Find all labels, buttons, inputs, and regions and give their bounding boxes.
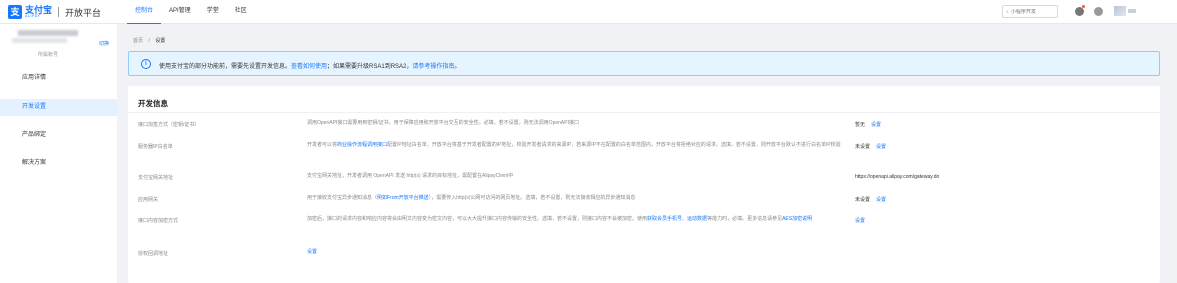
- row-status-gateway: https://openapi.alipay.com/gateway.do: [855, 174, 940, 180]
- row-desc-encryption: 加密后，接口的请求内容和响应内容将会由明文内容变为密文内容，可以大大提升接口内容…: [307, 216, 813, 222]
- account-name-redacted: [18, 30, 78, 36]
- section-divider: [128, 112, 1160, 113]
- row-desc-ip-whitelist: 开发者可以将商业操作流程调用接口配置IP地址白名单，开放平台将基于开发者配置的I…: [307, 142, 841, 148]
- alipay-logo[interactable]: 支 支付宝 ALIPAY 开放平台: [8, 5, 101, 19]
- sidebar-item-solutions[interactable]: 解决方案: [0, 155, 117, 172]
- avatar[interactable]: [1114, 6, 1126, 16]
- row-status-app-gateway: 未设置 设置: [855, 197, 887, 203]
- row-desc-auth-callback: 设置: [307, 248, 847, 256]
- row-status-sign-method: 暂无 设置: [855, 122, 882, 128]
- member-phone-link[interactable]: 获取会员手机号: [647, 216, 682, 222]
- set-sign-method-button[interactable]: 设置: [871, 122, 881, 128]
- how-to-use-link[interactable]: 查看如何使用: [291, 64, 327, 70]
- breadcrumb: 首页 / 设置: [133, 37, 165, 44]
- row-label-auth-callback: 授权回调地址: [138, 251, 169, 257]
- row-label-encryption: 接口内容加密方式: [138, 218, 179, 224]
- aes-doc-link[interactable]: AES加密说明: [782, 216, 812, 222]
- search-icon: ⌕: [1006, 8, 1009, 15]
- ip-whitelist-doc-link[interactable]: 商业操作流程调用接口: [337, 142, 387, 148]
- sport-data-link[interactable]: 运动数据: [687, 216, 707, 222]
- section-title: 开发信息: [138, 99, 168, 108]
- breadcrumb-separator: /: [148, 38, 150, 44]
- info-icon: i: [141, 59, 151, 69]
- sidebar: 切换 所属账号 应用详情 开发设置 产品绑定 解决方案: [0, 24, 117, 283]
- top-nav: 控制台 API管理 学堂 社区: [127, 0, 255, 24]
- row-desc-app-gateway: 用于接收支付宝异步通知消息（例如From开放平台推送），需要传入http(s)公…: [307, 195, 636, 201]
- app-gateway-example-link[interactable]: 例如From开放平台推送: [377, 195, 429, 201]
- row-label-app-gateway: 应用网关: [138, 197, 159, 203]
- breadcrumb-home[interactable]: 首页: [133, 38, 143, 44]
- sidebar-item-app-details[interactable]: 应用详情: [0, 70, 117, 87]
- breadcrumb-current: 设置: [155, 38, 166, 44]
- nav-api-management[interactable]: API管理: [161, 0, 199, 24]
- row-label-gateway: 支付宝网关地址: [138, 175, 174, 181]
- notification-bell-icon[interactable]: [1075, 7, 1084, 16]
- row-desc-sign-method: 调用OpenAPI接口需要用到密钥/证书，用于保障应用和开放平台交互的安全性。必…: [307, 120, 579, 126]
- platform-name: 开放平台: [65, 7, 102, 18]
- user-name-redacted[interactable]: [1128, 9, 1136, 13]
- info-notice: i 使用支付宝的部分功能前，需要先设置开发信息。查看如何使用；如果需要升级RSA…: [128, 51, 1160, 76]
- nav-community[interactable]: 社区: [227, 0, 255, 24]
- set-app-gateway-button[interactable]: 设置: [876, 197, 886, 203]
- set-ip-whitelist-button[interactable]: 设置: [876, 144, 886, 150]
- notification-badge: [1082, 5, 1085, 8]
- set-auth-callback-button[interactable]: 设置: [307, 249, 317, 255]
- alipay-logo-icon: 支: [8, 5, 22, 19]
- dev-info-card: 开发信息 接口加签方式（密钥/证书） 调用OpenAPI接口需要用到密钥/证书，…: [128, 86, 1160, 283]
- switch-account-link[interactable]: 切换: [99, 40, 109, 47]
- row-status-encryption: 设置: [855, 217, 865, 224]
- help-icon[interactable]: [1094, 7, 1103, 16]
- top-search-box[interactable]: ⌕: [1002, 5, 1058, 18]
- nav-console[interactable]: 控制台: [127, 0, 162, 24]
- row-desc-gateway: 支付宝网关地址，开发者调用 OpenAPI 发送 http(s) 请求的目标地址…: [307, 173, 514, 179]
- top-header: 支 支付宝 ALIPAY 开放平台 控制台 API管理 学堂 社区 ⌕: [0, 0, 1177, 24]
- set-encryption-button[interactable]: 设置: [855, 218, 865, 224]
- search-input[interactable]: [1010, 8, 1057, 15]
- sidebar-item-dev-settings[interactable]: 开发设置: [0, 99, 117, 116]
- account-id-redacted: [12, 38, 67, 43]
- logo-en-text: ALIPAY: [25, 13, 41, 18]
- logo-divider: [58, 7, 60, 17]
- notice-text: 使用支付宝的部分功能前，需要先设置开发信息。查看如何使用；如果需要升级RSA1到…: [159, 64, 461, 70]
- sidebar-item-product-binding[interactable]: 产品绑定: [0, 127, 117, 144]
- row-label-ip-whitelist: 服务器IP白名单: [138, 144, 173, 150]
- nav-academy[interactable]: 学堂: [199, 0, 227, 24]
- row-status-ip-whitelist: 未设置 设置: [855, 144, 887, 150]
- row-label-sign-method: 接口加签方式（密钥/证书）: [138, 122, 200, 128]
- account-label: 所属账号: [38, 52, 59, 58]
- operation-guide-link[interactable]: 请参考操作指南: [412, 64, 454, 70]
